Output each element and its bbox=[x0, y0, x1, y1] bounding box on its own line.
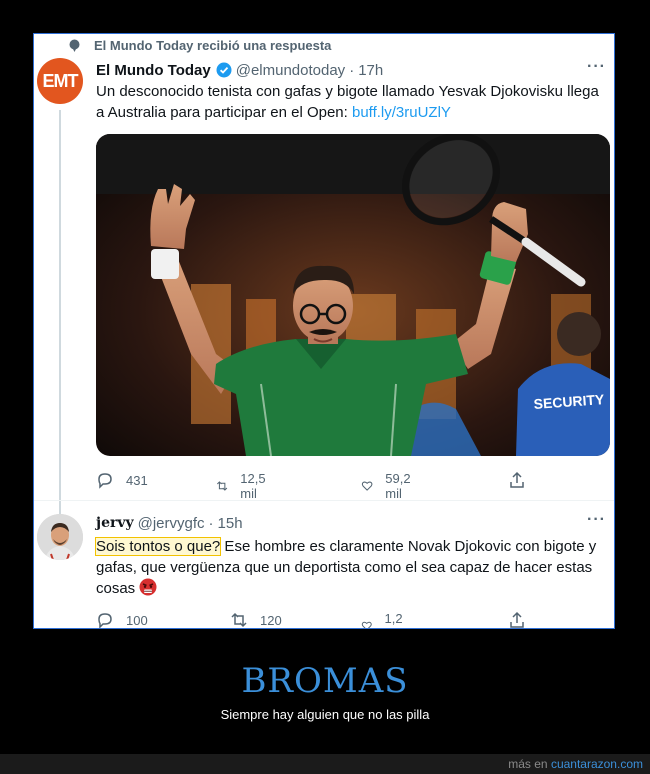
reply-icon bbox=[98, 613, 112, 628]
share-icon bbox=[510, 611, 524, 628]
share-button[interactable] bbox=[508, 471, 538, 489]
tweet2-header: jervy @jervygfc · 15h ··· bbox=[96, 511, 614, 533]
meme-subtitle: Siempre hay alguien que no las pilla bbox=[220, 707, 430, 722]
tweet2-text: Sois tontos o que? Ese hombre es clarame… bbox=[94, 536, 608, 599]
retweet-count: 120 bbox=[260, 612, 282, 628]
tweet-photo[interactable]: SECURITY bbox=[96, 134, 610, 456]
reply-count: 100 bbox=[126, 612, 148, 628]
retweet-button[interactable]: 120 bbox=[230, 611, 282, 628]
tweet1-text: Un desconocido tenista con gafas y bigot… bbox=[96, 81, 608, 123]
meme-title: BROMAS bbox=[241, 661, 409, 701]
author-handle[interactable]: @jervygfc bbox=[138, 515, 205, 532]
retweet-count: 12,5 mil bbox=[240, 471, 266, 501]
share-button[interactable] bbox=[508, 611, 538, 628]
thread-line bbox=[59, 110, 61, 515]
footer-bar: más en cuantarazon.com bbox=[0, 754, 650, 774]
reply-count: 431 bbox=[126, 472, 148, 488]
author-name[interactable]: jervy bbox=[96, 515, 134, 531]
reply-button[interactable]: 431 bbox=[96, 471, 148, 489]
reply-icon bbox=[98, 473, 112, 489]
footer-site-link[interactable]: cuantarazon.com bbox=[551, 757, 643, 771]
speech-bubble-icon bbox=[69, 39, 80, 52]
like-count: 1,2 mil bbox=[384, 611, 403, 628]
tweet1-link[interactable]: buff.ly/3ruUZlY bbox=[352, 104, 451, 121]
tweet1-body: Un desconocido tenista con gafas y bigot… bbox=[96, 83, 599, 121]
avatar-logo-text: EMT bbox=[42, 70, 79, 91]
tennis-player-photo: SECURITY bbox=[96, 134, 610, 456]
footer-prefix: más en bbox=[508, 757, 551, 771]
like-count: 59,2 mil bbox=[385, 471, 411, 501]
retweet-icon bbox=[217, 481, 228, 491]
author-handle[interactable]: @elmundotoday bbox=[236, 62, 345, 79]
tweet-time[interactable]: 17h bbox=[358, 62, 383, 79]
avatar-elmundotoday[interactable]: EMT bbox=[37, 58, 83, 104]
tweet-screenshot-panel: El Mundo Today recibió una respuesta EMT… bbox=[33, 33, 615, 629]
more-options-icon[interactable]: ··· bbox=[587, 511, 606, 529]
avatar-photo bbox=[37, 514, 83, 560]
like-button[interactable]: 1,2 mil bbox=[361, 611, 409, 628]
heart-icon bbox=[361, 621, 372, 628]
retweet-icon bbox=[231, 612, 247, 628]
verified-badge-icon bbox=[216, 62, 232, 78]
dot-separator: · bbox=[208, 514, 214, 532]
more-options-icon[interactable]: ··· bbox=[587, 58, 606, 76]
like-button[interactable]: 59,2 mil bbox=[361, 471, 416, 501]
share-icon bbox=[510, 471, 524, 488]
reply-button[interactable]: 100 bbox=[96, 611, 148, 628]
angry-face-icon bbox=[139, 578, 157, 596]
tweet1-header: El Mundo Today @elmundotoday · 17h ··· bbox=[96, 58, 614, 80]
avatar-jervy[interactable] bbox=[37, 514, 83, 560]
tweet-divider bbox=[34, 500, 614, 501]
retweet-button[interactable]: 12,5 mil bbox=[216, 471, 271, 501]
reply-notice-text: El Mundo Today recibió una respuesta bbox=[94, 38, 332, 53]
highlighted-question: Sois tontos o que? bbox=[94, 537, 222, 556]
dot-separator: · bbox=[349, 61, 355, 79]
tweet-time[interactable]: 15h bbox=[218, 515, 243, 532]
heart-icon bbox=[361, 481, 373, 491]
reply-notice: El Mundo Today recibió una respuesta bbox=[68, 38, 331, 53]
author-name[interactable]: El Mundo Today bbox=[96, 62, 211, 79]
